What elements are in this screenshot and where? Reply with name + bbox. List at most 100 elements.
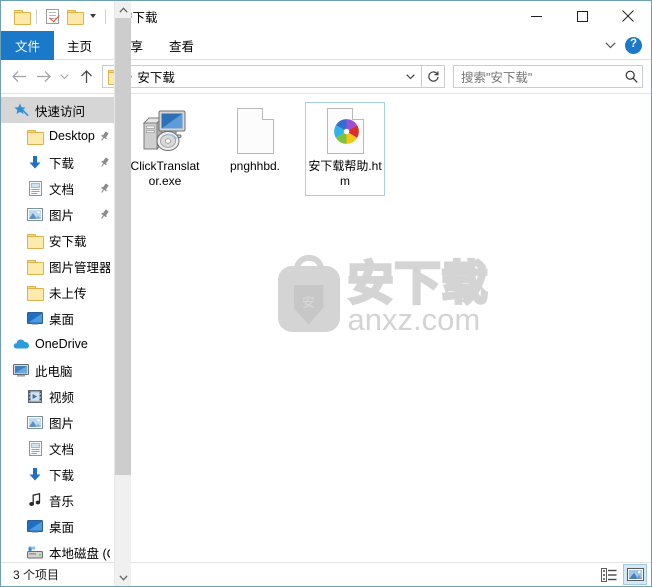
up-button[interactable] (73, 65, 99, 89)
watermark-badge-icon: 安 (277, 254, 340, 332)
folder-icon (26, 232, 44, 249)
documents-icon (26, 180, 44, 196)
sidebar-item[interactable]: 桌面 (1, 513, 114, 539)
sidebar-item-label: 文档 (49, 442, 75, 457)
sidebar-item-label: 安下载 (49, 234, 87, 249)
view-mode-buttons (597, 564, 647, 585)
sidebar-item-label: 本地磁盘 (C (49, 546, 110, 561)
chevron-down-icon[interactable] (601, 36, 619, 54)
back-button[interactable] (7, 65, 31, 89)
sidebar-item[interactable]: 此电脑 (1, 357, 114, 383)
window-controls (513, 1, 651, 31)
pictures-icon (26, 414, 44, 430)
sidebar-item[interactable]: 快速访问 (1, 97, 114, 123)
sidebar-item[interactable]: 未上传 (1, 279, 114, 305)
address-bar: › 安下载 搜索"安下载" (1, 60, 651, 93)
file-list-area[interactable]: ClickTranslator.exe pnghhbd. 安下载帮助.htm 安… (114, 94, 651, 562)
file-item-exe[interactable]: ClickTranslator.exe (125, 102, 205, 196)
status-bar: 3 个项目 (1, 562, 651, 586)
item-count-label: 3 个项目 (13, 568, 60, 582)
forward-button[interactable] (31, 65, 55, 89)
navigation-scrollbar[interactable] (114, 1, 131, 586)
sidebar-item-label: 音乐 (49, 494, 75, 509)
sidebar-item[interactable]: 本地磁盘 (C (1, 539, 114, 562)
pin-icon[interactable] (97, 183, 110, 194)
sidebar-item-label: 桌面 (49, 520, 75, 535)
file-name-label: pnghhbd. (229, 159, 281, 173)
navigation-pane: 快速访问 Desktop 下载 文档 图片 安下载 图片管理器 未上传 桌面 OneDrive 此电… (1, 94, 114, 562)
sidebar-item-label: 下载 (49, 156, 75, 171)
folder-icon (26, 128, 44, 145)
watermark-chinese: 安下载 (346, 257, 489, 309)
breadcrumb-current[interactable]: 安下载 (137, 67, 175, 86)
folder-icon[interactable] (10, 5, 32, 27)
address-dropdown-icon[interactable] (402, 66, 419, 87)
new-folder-icon[interactable] (63, 5, 85, 27)
sidebar-item[interactable]: 音乐 (1, 487, 114, 513)
sidebar-item[interactable]: 文档 (1, 435, 114, 461)
desktop-icon (26, 518, 44, 534)
sidebar-item[interactable]: 下载 (1, 149, 114, 175)
close-button[interactable] (605, 1, 651, 31)
properties-icon[interactable] (41, 5, 63, 27)
sidebar-item-label: 视频 (49, 390, 75, 405)
drive-icon (26, 544, 44, 560)
search-box[interactable]: 搜索"安下载" (453, 65, 643, 88)
maximize-button[interactable] (559, 1, 605, 31)
toolbar-divider (36, 8, 37, 24)
minimize-button[interactable] (513, 1, 559, 31)
watermark-domain: anxz.com (347, 302, 481, 337)
sidebar-item-label: 图片 (49, 416, 75, 431)
file-item-htm[interactable]: 安下载帮助.htm (305, 102, 385, 196)
address-field[interactable]: › 安下载 (102, 65, 422, 88)
tab-home[interactable]: 主页 (54, 31, 105, 60)
sidebar-item[interactable]: 安下载 (1, 227, 114, 253)
html-browser-icon (321, 107, 369, 155)
details-view-button[interactable] (597, 564, 621, 585)
sidebar-item[interactable]: 下载 (1, 461, 114, 487)
pin-icon[interactable] (97, 209, 110, 220)
sidebar-item-label: Desktop (49, 129, 95, 143)
tab-view[interactable]: 查看 (156, 31, 207, 60)
sidebar-item[interactable]: 文档 (1, 175, 114, 201)
tab-file[interactable]: 文件 (1, 31, 55, 60)
file-name-label: 安下载帮助.htm (308, 159, 382, 188)
pin-icon[interactable] (97, 131, 110, 142)
desktop-icon (26, 310, 44, 326)
search-icon[interactable] (625, 70, 638, 83)
file-item-png[interactable]: pnghhbd. (215, 102, 295, 196)
sidebar-item[interactable]: 视频 (1, 383, 114, 409)
quick-access-toolbar (1, 5, 110, 27)
scrollbar-track[interactable] (115, 18, 131, 569)
sidebar-item[interactable]: 桌面 (1, 305, 114, 331)
blank-document-icon (231, 107, 279, 155)
sidebar-item[interactable]: 图片管理器 (1, 253, 114, 279)
file-explorer-window: 安下载 文件 主页 共享 查看 ? (0, 0, 652, 587)
scrollbar-thumb[interactable] (115, 18, 131, 476)
download-icon (26, 466, 44, 482)
pictures-icon (26, 206, 44, 222)
sidebar-item[interactable]: 图片 (1, 201, 114, 227)
music-icon (26, 492, 44, 508)
pin-icon[interactable] (97, 157, 110, 168)
search-input[interactable]: 搜索"安下载" (461, 67, 625, 86)
sidebar-item-label: 桌面 (49, 312, 75, 327)
customize-dropdown-icon[interactable] (85, 5, 101, 27)
sidebar-item[interactable]: Desktop (1, 123, 114, 149)
scroll-up-button[interactable] (115, 1, 131, 18)
sidebar-item-label: 快速访问 (35, 104, 86, 119)
sidebar-item[interactable]: OneDrive (1, 331, 114, 357)
scroll-down-button[interactable] (115, 569, 131, 586)
watermark-handle (293, 254, 324, 277)
refresh-button[interactable] (422, 65, 445, 88)
setup-exe-icon (141, 107, 189, 155)
large-icons-view-button[interactable] (623, 564, 647, 585)
star-pin-icon (12, 102, 30, 118)
help-icon[interactable]: ? (625, 36, 642, 54)
documents-icon (26, 440, 44, 456)
sidebar-item[interactable]: 图片 (1, 409, 114, 435)
download-icon (26, 154, 44, 170)
recent-locations-icon[interactable] (55, 65, 73, 89)
watermark-logo: 安 安下载 anxz.com (115, 254, 651, 337)
sidebar-item-label: 下载 (49, 468, 75, 483)
